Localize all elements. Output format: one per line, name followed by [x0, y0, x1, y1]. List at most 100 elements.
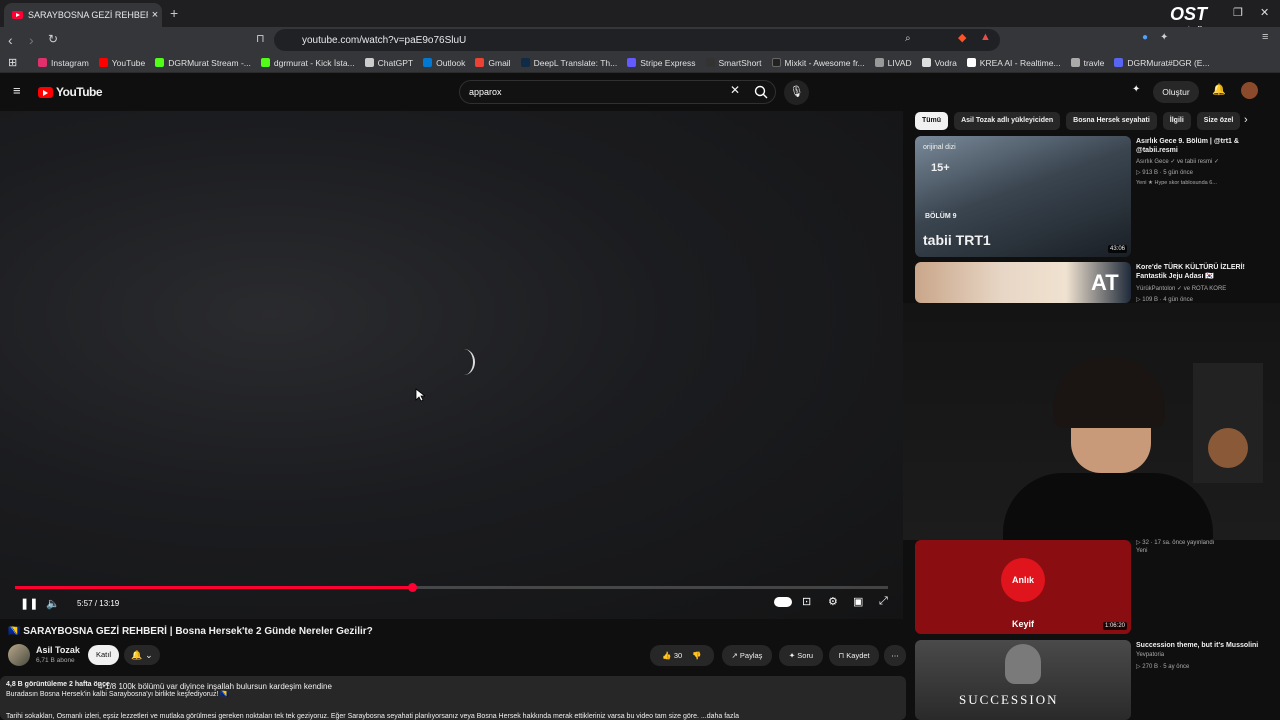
rewards-icon[interactable]: ▲: [980, 31, 991, 43]
bookmark-item[interactable]: DGRMurat Stream -...: [155, 58, 251, 68]
bell-icon: 🔔 ⌄: [131, 650, 153, 660]
recommendation-thumbnail[interactable]: AT: [915, 262, 1131, 303]
chip-related[interactable]: İlgili: [1162, 112, 1191, 130]
zoom-icon[interactable]: ⌕: [905, 33, 911, 44]
extensions-puzzle-icon[interactable]: ✦: [1160, 32, 1168, 43]
chip-uploader[interactable]: Asil Tozak adlı yükleyiciden: [954, 112, 1061, 130]
recommendation-channel[interactable]: Asırlık Gece ✓ ve tabii resmi ✓: [1136, 158, 1219, 165]
video-player[interactable]: ❚❚ 🔈 5:57 / 13:19 ⊡ ⚙ ▣ ⤢: [0, 111, 903, 619]
brave-shield-icon[interactable]: ◆: [958, 31, 966, 44]
recommendation-meta: ▷ 109 B · 4 gün önce: [1136, 297, 1193, 303]
bookmark-item[interactable]: Gmail: [475, 58, 511, 68]
bookmark-label: Outlook: [436, 57, 466, 68]
bookmark-item[interactable]: travle: [1070, 58, 1104, 68]
browser-tab-bar: SARAYBOSNA GEZİ REHBERİ × + OST studio ❐…: [0, 0, 1280, 34]
bookmark-item[interactable]: Stripe Express: [627, 58, 696, 68]
hamburger-menu-icon[interactable]: ≡: [13, 83, 21, 98]
create-button[interactable]: Oluştur: [1153, 81, 1199, 103]
chip-for-you[interactable]: Size özel: [1196, 112, 1241, 130]
bookmark-item[interactable]: Outlook: [423, 58, 465, 68]
recommendation-title[interactable]: Succession theme, but it's Mussolini: [1136, 641, 1276, 650]
thumbnail-figure: [1005, 644, 1041, 684]
fullscreen-icon[interactable]: ⤢: [879, 595, 888, 608]
youtube-favicon-icon: [12, 11, 23, 19]
bookmark-favicon-icon: [364, 58, 374, 67]
channel-avatar[interactable]: [8, 644, 30, 666]
extension-icon[interactable]: ●: [1142, 32, 1148, 43]
join-label: Katıl: [95, 650, 111, 659]
bookmark-item[interactable]: SmartShort: [705, 58, 762, 68]
bookmark-favicon-icon: [921, 58, 931, 67]
bookmark-item[interactable]: DeepL Translate: Th...: [520, 58, 617, 68]
bookmark-item[interactable]: ChatGPT: [364, 58, 413, 68]
notifications-bell-icon[interactable]: 🔔: [1212, 83, 1226, 96]
mouse-cursor-icon: [415, 388, 425, 402]
subscribe-bell-button[interactable]: 🔔 ⌄: [124, 645, 160, 665]
search-input[interactable]: [459, 80, 776, 104]
subtitles-icon[interactable]: ⊡: [802, 595, 811, 608]
bookmark-item[interactable]: LIVAD: [874, 58, 912, 68]
recommendation-thumbnail[interactable]: orijinal dizi 15+ BÖLÜM 9 tabii TRT1 43:…: [915, 136, 1131, 257]
extension-sparkle-icon[interactable]: ✦: [1132, 84, 1140, 95]
address-bar[interactable]: youtube.com/watch?v=paE9o76SluU: [274, 29, 1000, 51]
bookmark-item[interactable]: dgrmurat - Kick İsta...: [260, 58, 355, 68]
maximize-icon[interactable]: ❐: [1233, 6, 1243, 19]
save-label: Kaydet: [846, 651, 870, 660]
bookmark-favicon-icon: [874, 58, 884, 67]
settings-gear-icon[interactable]: ⚙: [828, 595, 838, 608]
reload-icon[interactable]: ↻: [48, 32, 58, 46]
bookmark-item[interactable]: Vodra: [921, 58, 957, 68]
miniplayer-icon[interactable]: ▣: [853, 595, 863, 608]
webcam-teddy: [1208, 428, 1248, 468]
voice-search-icon[interactable]: 🎙: [784, 80, 809, 105]
channel-name[interactable]: Asil Tozak: [36, 645, 80, 655]
tab-close-icon[interactable]: ×: [148, 9, 162, 21]
recommendation-channel[interactable]: YürükPantolon ✓ ve ROTA KORE: [1136, 285, 1226, 292]
browser-tab[interactable]: SARAYBOSNA GEZİ REHBERİ ×: [4, 3, 162, 27]
autoplay-toggle[interactable]: [774, 597, 792, 607]
back-icon[interactable]: ‹: [8, 32, 13, 48]
progress-bar[interactable]: [15, 583, 888, 592]
ask-button[interactable]: ✦ Soru: [779, 645, 823, 666]
chip-all[interactable]: Tümü: [915, 112, 949, 130]
video-description[interactable]: 4,8 B görüntüleme 2 hafta önce 4-1/8 100…: [0, 676, 906, 720]
close-window-icon[interactable]: ✕: [1260, 6, 1269, 19]
pause-icon[interactable]: ❚❚: [20, 597, 38, 610]
forward-icon[interactable]: ›: [29, 32, 34, 48]
dislike-icon[interactable]: 👎: [692, 651, 701, 660]
recommendation-title[interactable]: Kore'de TÜRK KÜLTÜRÜ İZLERİ! Fantastik J…: [1136, 263, 1276, 281]
more-actions-button[interactable]: ⋯: [884, 645, 906, 666]
related-filter-chips: Tümü Asil Tozak adlı yükleyiciden Bosna …: [915, 112, 1255, 130]
recommendation-thumbnail[interactable]: SUCCESSION: [915, 640, 1131, 720]
like-button[interactable]: 👍 30: [662, 651, 682, 660]
bookmark-item[interactable]: YouTube: [98, 58, 145, 68]
youtube-logo[interactable]: YouTube: [38, 85, 103, 99]
chip-bosnia-travel[interactable]: Bosna Hersek seyahati: [1066, 112, 1157, 130]
new-tab-button[interactable]: +: [170, 5, 178, 21]
chips-next-icon[interactable]: ›: [1244, 114, 1248, 126]
bookmark-item[interactable]: Instagram: [38, 58, 89, 68]
progress-fill: [15, 586, 413, 589]
apps-grid-icon[interactable]: ⊞: [8, 56, 17, 69]
bookmark-favicon-icon: [155, 58, 165, 67]
recommendation-channel[interactable]: Yevpatoria: [1136, 652, 1164, 658]
share-button[interactable]: ↗ Paylaş: [722, 645, 772, 666]
bookmark-label: Mixkit - Awesome fr...: [784, 57, 865, 68]
bookmark-page-icon[interactable]: ⊓: [256, 32, 265, 45]
bookmark-item[interactable]: DGRMurat#DGR (E...: [1114, 58, 1210, 68]
recommendation-thumbnail[interactable]: Anlık Keyif 1:06:20: [915, 540, 1131, 634]
bookmark-item[interactable]: Mixkit - Awesome fr...: [771, 57, 865, 68]
progress-scrubber-handle[interactable]: [408, 583, 418, 592]
search-button[interactable]: [748, 81, 774, 103]
account-avatar[interactable]: [1241, 82, 1258, 99]
thumbnail-caption: AT: [1091, 270, 1119, 295]
like-count: 30: [673, 651, 683, 660]
join-button[interactable]: Katıl: [88, 645, 119, 665]
menu-icon[interactable]: ≡: [1262, 31, 1268, 43]
volume-icon[interactable]: 🔈: [46, 597, 60, 610]
clear-search-icon[interactable]: ✕: [730, 83, 740, 97]
recommendation-title[interactable]: Asırlık Gece 9. Bölüm | @trt1 & @tabii.r…: [1136, 137, 1276, 155]
bookmark-favicon-icon: [38, 58, 47, 67]
save-button[interactable]: ⊓ Kaydet: [829, 645, 879, 666]
bookmark-item[interactable]: KREA AI - Realtime...: [966, 58, 1061, 68]
